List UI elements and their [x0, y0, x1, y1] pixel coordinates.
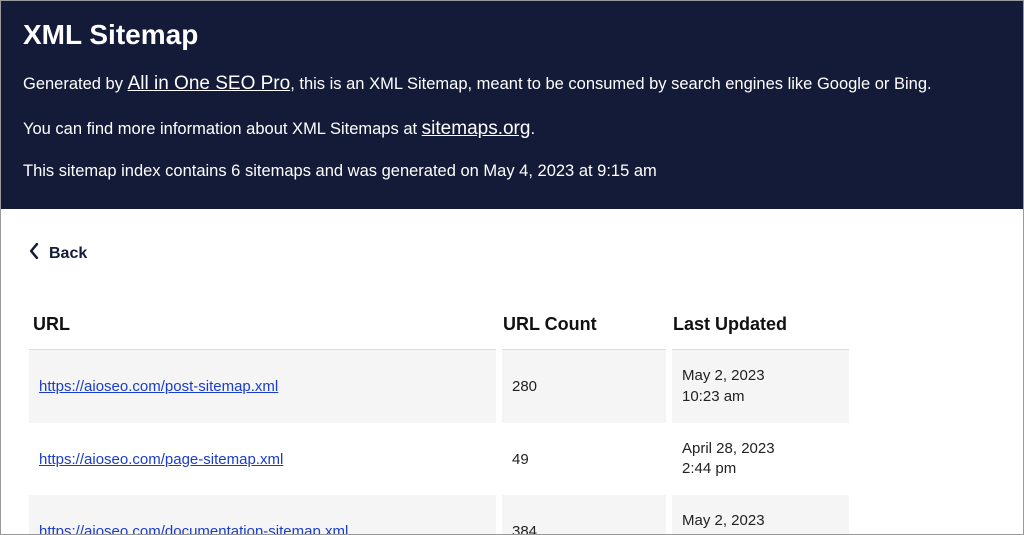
back-label: Back: [49, 245, 87, 263]
header: XML Sitemap Generated by All in One SEO …: [1, 1, 1023, 209]
header-line-1: Generated by All in One SEO Pro, this is…: [23, 71, 1001, 98]
col-header-updated: Last Updated: [669, 304, 849, 350]
sitemaps-org-link[interactable]: sitemaps.org: [422, 118, 531, 139]
sitemap-url-link[interactable]: https://aioseo.com/page-sitemap.xml: [39, 451, 283, 468]
table-row: https://aioseo.com/documentation-sitemap…: [29, 495, 849, 535]
sitemap-url-link[interactable]: https://aioseo.com/post-sitemap.xml: [39, 378, 278, 395]
table-row: https://aioseo.com/page-sitemap.xml 49 A…: [29, 423, 849, 496]
table-row: https://aioseo.com/post-sitemap.xml 280 …: [29, 350, 849, 423]
sitemap-url-link[interactable]: https://aioseo.com/documentation-sitemap…: [39, 523, 348, 535]
page-title: XML Sitemap: [23, 19, 1001, 51]
url-count: 49: [499, 423, 669, 496]
col-header-count: URL Count: [499, 304, 669, 350]
last-updated: May 2, 202310:23 am: [669, 350, 849, 423]
header-line-2: You can find more information about XML …: [23, 116, 1001, 143]
generator-link[interactable]: All in One SEO Pro: [128, 73, 291, 94]
page-frame: XML Sitemap Generated by All in One SEO …: [0, 0, 1024, 535]
col-header-url: URL: [29, 304, 499, 350]
back-link[interactable]: Back: [29, 243, 87, 264]
chevron-left-icon: [29, 243, 39, 264]
sitemap-table: URL URL Count Last Updated https://aiose…: [29, 304, 849, 535]
url-count: 384: [499, 495, 669, 535]
url-count: 280: [499, 350, 669, 423]
header-line-3: This sitemap index contains 6 sitemaps a…: [23, 160, 1001, 183]
body-area: Back URL URL Count Last Updated https://…: [1, 209, 1023, 535]
last-updated: May 2, 20234:21 pm: [669, 495, 849, 535]
last-updated: April 28, 20232:44 pm: [669, 423, 849, 496]
